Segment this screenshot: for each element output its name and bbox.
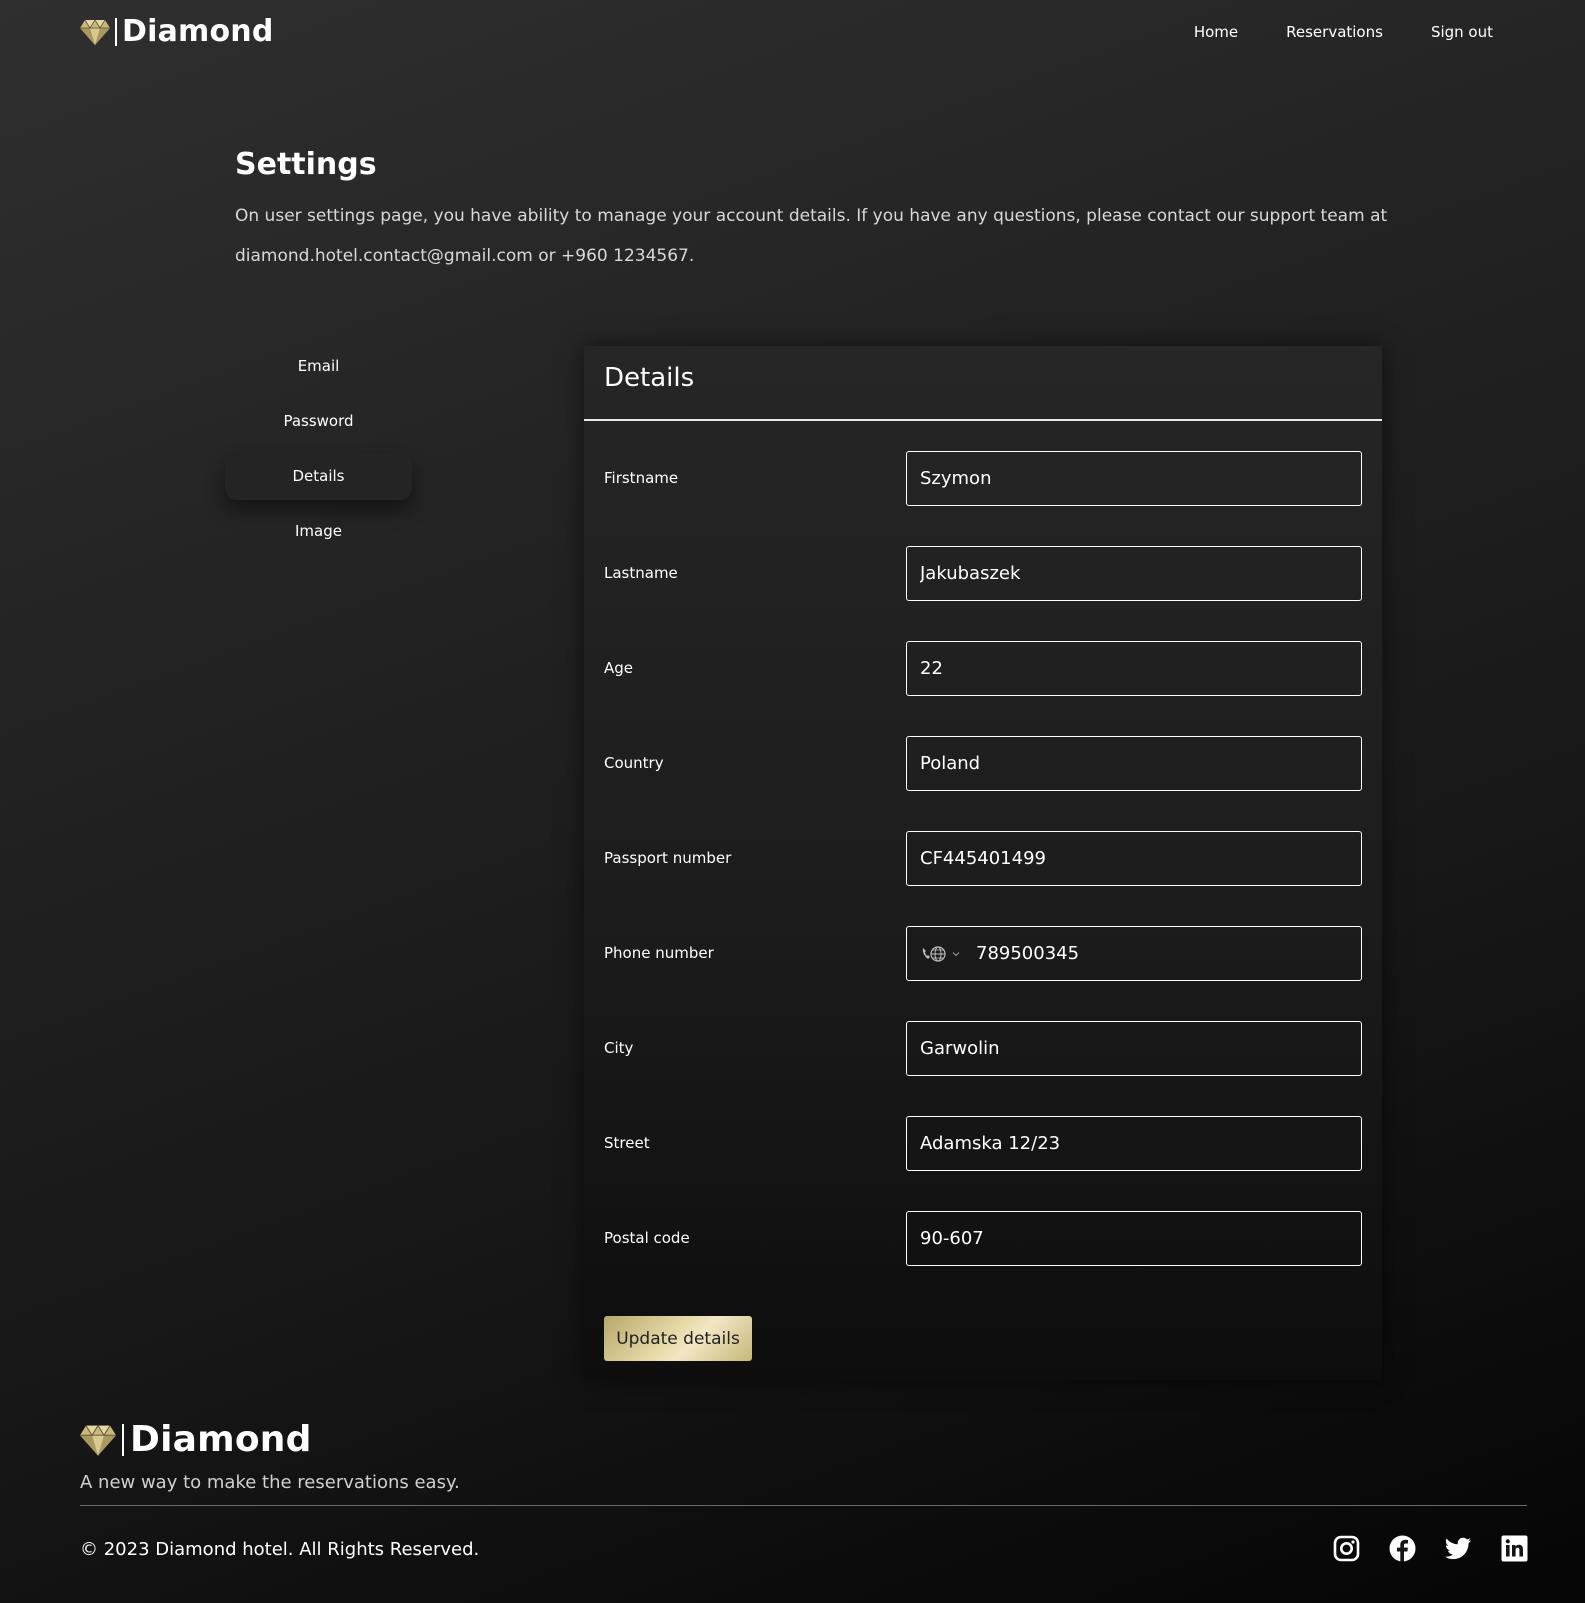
facebook-icon: [1389, 1535, 1416, 1562]
postal-code-label: Postal code: [604, 1229, 690, 1247]
country-label: Country: [604, 754, 664, 772]
passport-input[interactable]: [906, 831, 1362, 886]
phone-country-selector[interactable]: [920, 943, 962, 965]
country-input[interactable]: [906, 736, 1362, 791]
intro-text: On user settings page, you have ability …: [235, 206, 1388, 266]
twitter-icon: [1445, 1537, 1471, 1560]
header-logo[interactable]: Diamond: [80, 14, 274, 50]
logo-separator: [115, 18, 117, 46]
details-card-title: Details: [604, 363, 695, 393]
twitter-link[interactable]: [1445, 1535, 1472, 1562]
city-row: City: [584, 1021, 1382, 1076]
footer-tagline: A new way to make the reservations easy.: [80, 1472, 460, 1493]
age-row: Age: [584, 641, 1382, 696]
lastname-row: Lastname: [584, 546, 1382, 601]
nav-reservations-link[interactable]: Reservations: [1286, 20, 1383, 44]
country-row: Country: [584, 736, 1382, 791]
firstname-row: Firstname: [584, 451, 1382, 506]
linkedin-link[interactable]: [1501, 1535, 1528, 1562]
street-row: Street: [584, 1116, 1382, 1171]
footer-logo-text: Diamond: [130, 1419, 312, 1460]
site-header: Diamond Home Reservations Sign out: [0, 0, 1585, 66]
city-input[interactable]: [906, 1021, 1362, 1076]
instagram-link[interactable]: [1333, 1535, 1360, 1562]
page-title: Settings: [235, 147, 377, 182]
footer-logo[interactable]: Diamond: [80, 1419, 312, 1461]
age-input[interactable]: [906, 641, 1362, 696]
chevron-down-icon: [952, 952, 960, 957]
firstname-input[interactable]: [906, 451, 1362, 506]
age-label: Age: [604, 659, 634, 677]
postal-code-input[interactable]: [906, 1211, 1362, 1266]
main-nav: Home Reservations Sign out: [1194, 20, 1493, 44]
city-label: City: [604, 1039, 634, 1057]
facebook-link[interactable]: [1389, 1535, 1416, 1562]
passport-row: Passport number: [584, 831, 1382, 886]
logo-text: Diamond: [122, 14, 274, 49]
settings-side-menu: Email Password Details Image: [225, 343, 412, 563]
side-menu-item-details[interactable]: Details: [225, 453, 412, 500]
side-menu-item-password[interactable]: Password: [225, 398, 412, 445]
nav-home-link[interactable]: Home: [1194, 20, 1238, 44]
firstname-label: Firstname: [604, 469, 679, 487]
logo-separator: [122, 1424, 124, 1456]
nav-sign-out-link[interactable]: Sign out: [1431, 20, 1493, 44]
street-label: Street: [604, 1134, 650, 1152]
postal-code-row: Postal code: [584, 1211, 1382, 1266]
phone-label: Phone number: [604, 944, 714, 962]
passport-label: Passport number: [604, 849, 732, 867]
footer-divider: [80, 1505, 1527, 1506]
linkedin-icon: [1501, 1535, 1528, 1562]
phone-input[interactable]: [906, 926, 1362, 981]
lastname-label: Lastname: [604, 564, 678, 582]
lastname-input[interactable]: [906, 546, 1362, 601]
street-input[interactable]: [906, 1116, 1362, 1171]
side-menu-item-email[interactable]: Email: [225, 343, 412, 390]
instagram-icon: [1333, 1535, 1360, 1562]
diamond-icon: [80, 1424, 116, 1456]
copyright-text: © 2023 Diamond hotel. All Rights Reserve…: [80, 1539, 480, 1560]
update-details-button[interactable]: Update details: [604, 1316, 752, 1361]
details-card: Details Firstname Lastname Age Country P…: [584, 346, 1382, 1380]
globe-phone-icon: [922, 946, 946, 962]
social-links: [1333, 1535, 1528, 1562]
phone-row: Phone number: [584, 926, 1382, 981]
side-menu-item-image[interactable]: Image: [225, 508, 412, 555]
diamond-icon: [80, 19, 110, 45]
details-card-divider: [584, 419, 1382, 421]
